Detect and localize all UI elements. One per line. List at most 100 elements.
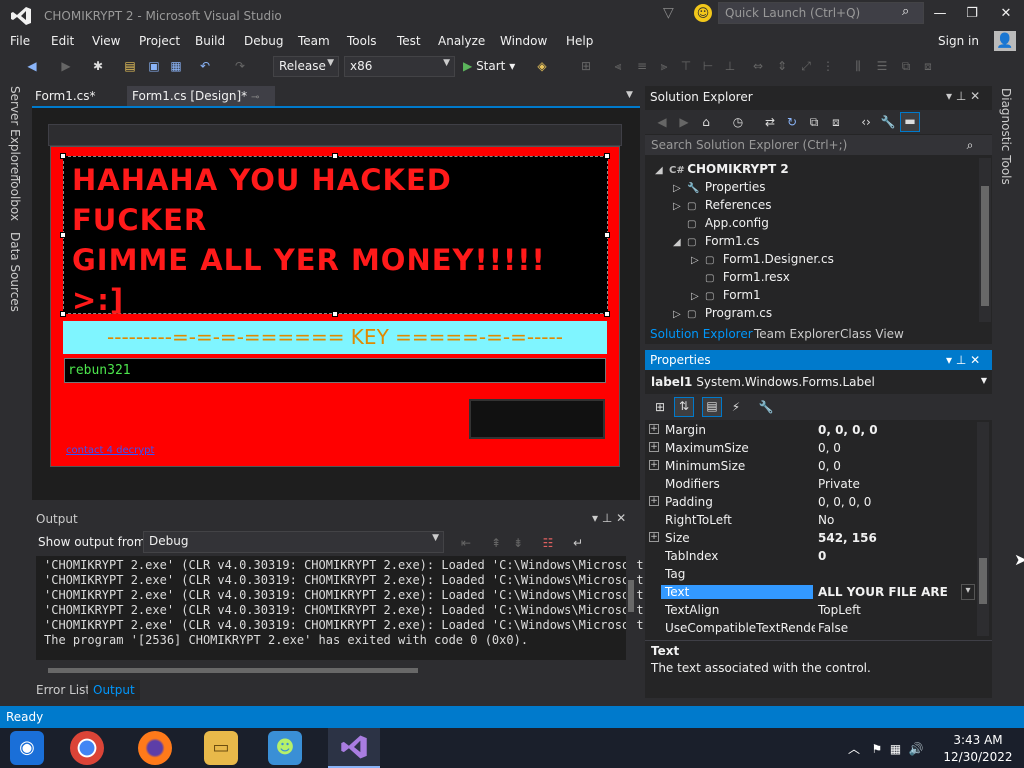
- resize-handle[interactable]: [604, 153, 610, 159]
- visual-studio-taskbar-button[interactable]: [328, 728, 380, 768]
- user-avatar-icon[interactable]: 👤: [994, 31, 1016, 51]
- spacing-icon[interactable]: ⋮: [820, 58, 836, 74]
- expand-plus-icon[interactable]: +: [649, 424, 659, 434]
- property-value[interactable]: 0, 0: [818, 459, 841, 473]
- goto-previous-icon[interactable]: ⇞: [488, 535, 504, 551]
- flag-icon[interactable]: ⚑: [871, 742, 882, 756]
- resize-handle[interactable]: [60, 232, 66, 238]
- pin-icon[interactable]: ⊥: [956, 353, 966, 367]
- tree-item[interactable]: ▢ App.config: [673, 216, 769, 230]
- server-explorer-tab[interactable]: Server Explorer: [8, 86, 22, 179]
- tree-item[interactable]: ▷ ▢ Program.cs: [673, 306, 772, 320]
- menu-build[interactable]: Build: [195, 34, 225, 48]
- key-input[interactable]: rebun321: [64, 358, 606, 383]
- scrollbar-thumb[interactable]: [979, 558, 987, 604]
- start-button[interactable]: ▶ Start ▾: [463, 59, 515, 73]
- find-message-icon[interactable]: ⇤: [458, 535, 474, 551]
- back-icon[interactable]: ◀: [24, 58, 40, 74]
- categorized-icon[interactable]: ⊞: [652, 399, 668, 415]
- send-back-icon[interactable]: ⧈: [920, 58, 936, 74]
- sign-in-link[interactable]: Sign in: [938, 34, 979, 48]
- pin-icon[interactable]: ⊥: [956, 89, 966, 103]
- pin-icon[interactable]: ⊥: [602, 511, 612, 525]
- forward-icon[interactable]: ▶: [676, 114, 692, 130]
- property-row[interactable]: Tag: [647, 566, 975, 584]
- collapse-arrow-icon[interactable]: ◢: [673, 237, 687, 248]
- chevron-up-icon[interactable]: ︿: [848, 742, 860, 756]
- tree-item[interactable]: ▷ 🔧 Properties: [673, 180, 765, 194]
- tab-output[interactable]: Output: [88, 680, 140, 700]
- search-icon[interactable]: ⌕: [902, 4, 909, 19]
- property-value[interactable]: 0, 0, 0, 0: [818, 423, 878, 437]
- expand-plus-icon[interactable]: +: [649, 460, 659, 470]
- decrypt-button[interactable]: [469, 399, 605, 439]
- property-pages-icon[interactable]: 🔧: [758, 399, 774, 415]
- sync-icon[interactable]: ⇄: [762, 114, 778, 130]
- align-top-icon[interactable]: ⊤: [678, 58, 694, 74]
- messenger-icon[interactable]: ☻: [268, 731, 302, 765]
- properties-object-select[interactable]: label1 System.Windows.Forms.Label ▼: [645, 372, 992, 392]
- tab-error-list[interactable]: Error List: [36, 683, 90, 697]
- menu-help[interactable]: Help: [566, 34, 593, 48]
- menu-analyze[interactable]: Analyze: [438, 34, 485, 48]
- property-value[interactable]: 542, 156: [818, 531, 877, 545]
- view-code-icon[interactable]: ‹›: [858, 114, 874, 130]
- property-row[interactable]: + MaximumSize 0, 0: [647, 440, 975, 458]
- menu-test[interactable]: Test: [397, 34, 421, 48]
- property-value[interactable]: 0, 0, 0, 0: [818, 495, 871, 509]
- clear-all-icon[interactable]: ☷: [540, 535, 556, 551]
- menu-project[interactable]: Project: [139, 34, 180, 48]
- home-icon[interactable]: ⌂: [698, 114, 714, 130]
- expand-plus-icon[interactable]: +: [649, 532, 659, 542]
- pin-icon[interactable]: ⊸: [251, 92, 259, 103]
- diagnostic-tools-tab[interactable]: Diagnostic Tools: [999, 88, 1013, 185]
- output-window-controls[interactable]: ▾ ⊥ ✕: [592, 511, 626, 525]
- search-icon[interactable]: ⌕: [962, 137, 978, 153]
- expand-arrow-icon[interactable]: ▷: [691, 291, 705, 302]
- property-row[interactable]: TextAlign TopLeft: [647, 602, 975, 620]
- property-value[interactable]: 0: [818, 549, 826, 563]
- property-row[interactable]: UseCompatibleTextRenderi False: [647, 620, 975, 638]
- property-row[interactable]: TabIndex 0: [647, 548, 975, 566]
- bring-front-icon[interactable]: ⧉: [898, 58, 914, 74]
- redo-icon[interactable]: ↷: [232, 58, 248, 74]
- size-width-icon[interactable]: ⇔: [750, 58, 766, 74]
- tab-form1-cs[interactable]: Form1.cs*: [30, 86, 101, 106]
- close-icon[interactable]: ✕: [616, 511, 626, 525]
- tab-team-explorer[interactable]: Team Explorer: [754, 327, 840, 341]
- volume-icon[interactable]: 🔊: [909, 742, 924, 756]
- tree-item[interactable]: ◢ C# CHOMIKRYPT 2: [655, 162, 789, 176]
- menu-file[interactable]: File: [10, 34, 30, 48]
- restore-button[interactable]: ❐: [962, 6, 982, 24]
- property-row[interactable]: + Margin 0, 0, 0, 0: [647, 422, 975, 440]
- tab-class-view[interactable]: Class View: [840, 327, 904, 341]
- resize-handle[interactable]: [332, 311, 338, 317]
- resize-handle[interactable]: [60, 153, 66, 159]
- align-middle-icon[interactable]: ⊢: [700, 58, 716, 74]
- back-icon[interactable]: ◀: [654, 114, 670, 130]
- solution-config-select[interactable]: Release ▼: [273, 56, 339, 77]
- system-tray[interactable]: ︿ ⚑ ▦ 🔊: [848, 740, 924, 757]
- save-icon[interactable]: ▣: [146, 58, 162, 74]
- close-icon[interactable]: ✕: [970, 353, 980, 367]
- scrollbar-thumb[interactable]: [48, 668, 418, 673]
- resize-handle[interactable]: [332, 153, 338, 159]
- browser-link-icon[interactable]: ◈: [534, 58, 550, 74]
- menu-team[interactable]: Team: [298, 34, 330, 48]
- property-value[interactable]: False: [818, 621, 848, 635]
- close-button[interactable]: ✕: [996, 6, 1016, 24]
- show-all-files-icon[interactable]: ⧈: [828, 114, 844, 130]
- minimize-button[interactable]: —: [930, 6, 950, 24]
- save-all-icon[interactable]: ▦: [168, 58, 184, 74]
- align-center-icon[interactable]: ≡: [634, 58, 650, 74]
- property-row[interactable]: Text ALL YOUR FILE ARE ▾: [647, 584, 975, 602]
- hspace-icon[interactable]: ⫼: [850, 58, 866, 74]
- property-row[interactable]: RightToLeft No: [647, 512, 975, 530]
- size-height-icon[interactable]: ⇕: [774, 58, 790, 74]
- resize-handle[interactable]: [60, 311, 66, 317]
- expand-arrow-icon[interactable]: ▷: [691, 255, 705, 266]
- vspace-icon[interactable]: ☰: [874, 58, 890, 74]
- properties-view-icon[interactable]: ▤: [702, 397, 722, 417]
- file-explorer-icon[interactable]: ▭: [204, 731, 238, 765]
- alphabetical-icon[interactable]: ⇅: [674, 397, 694, 417]
